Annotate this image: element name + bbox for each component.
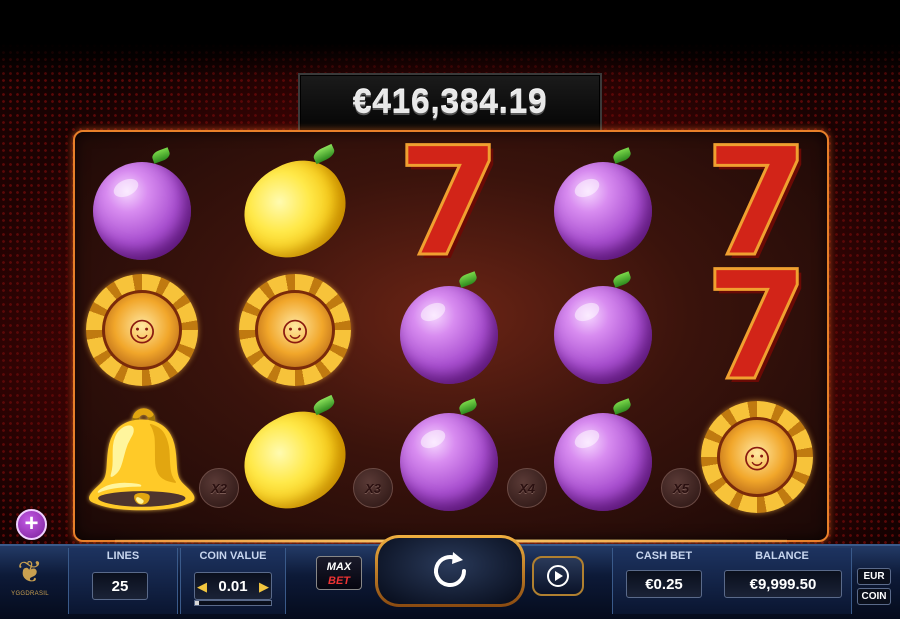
plum-body — [554, 286, 652, 384]
plum-body — [93, 162, 191, 260]
joker-symbol: ☺ — [233, 268, 357, 392]
lemon-body — [227, 395, 363, 525]
spin-button-frame — [375, 535, 525, 607]
autoplay-button[interactable] — [532, 556, 584, 596]
lemon-symbol — [227, 143, 363, 274]
plum-body — [400, 286, 498, 384]
coin-value-decrease-button[interactable]: ◀ — [195, 574, 209, 600]
coin-value-slider[interactable] — [194, 600, 272, 606]
plum-symbol — [541, 268, 665, 392]
cash-bet-label: CASH BET — [635, 550, 693, 562]
leaf-icon — [611, 147, 633, 164]
joker-face-icon: ☺ — [255, 290, 335, 370]
seven-symbol: 7 — [695, 251, 819, 404]
plum-symbol — [541, 395, 665, 519]
balance-label: BALANCE — [755, 550, 809, 562]
plum-body — [400, 413, 498, 511]
leaf-icon — [150, 147, 172, 164]
plum-body — [554, 413, 652, 511]
plus-icon[interactable]: + — [16, 509, 47, 540]
leaf-icon — [611, 398, 633, 415]
leaf-icon — [457, 398, 479, 415]
leaf-icon — [311, 143, 337, 165]
seven-symbol: 7 — [387, 127, 511, 280]
coin-value-slider-fill — [195, 601, 199, 605]
seven-glyph: 7 — [703, 240, 810, 414]
plum-symbol — [80, 144, 204, 268]
multiplier-x2: X2 — [199, 468, 239, 508]
lines-value: 25 — [92, 572, 148, 600]
max-bet-label-bet: BET — [328, 575, 350, 587]
plum-symbol — [387, 395, 511, 519]
spin-button[interactable] — [378, 538, 522, 604]
balance-value: €9,999.50 — [724, 570, 842, 598]
joker-symbol: ☺ — [695, 395, 819, 519]
brand-name: YGGDRASIL — [11, 591, 49, 597]
bell-symbol: 🔔 — [80, 395, 204, 519]
plum-symbol — [387, 268, 511, 392]
leaf-icon — [311, 394, 337, 416]
play-icon — [547, 565, 569, 587]
brand-logo: ❦ YGGDRASIL — [6, 555, 54, 613]
leaf-icon — [611, 271, 633, 288]
lines-label: LINES — [106, 550, 140, 562]
multiplier-x5: X5 — [661, 468, 701, 508]
multiplier-x3: X3 — [353, 468, 393, 508]
plum-symbol — [541, 144, 665, 268]
plum-body — [554, 162, 652, 260]
joker-symbol: ☺ — [80, 268, 204, 392]
multiplier-x4: X4 — [507, 468, 547, 508]
lemon-body — [227, 144, 363, 274]
eur-toggle[interactable]: EUR — [857, 568, 891, 585]
game-background: €416,384.19 ☺ 🔔 ☺ 7 7 7 ☺ X2 X3 X4 X5 + ❦ YGGD… — [0, 0, 900, 619]
spin-arrow-icon — [434, 552, 466, 588]
tree-icon: ❦ — [17, 556, 43, 589]
seven-glyph: 7 — [395, 116, 502, 290]
lemon-symbol — [227, 394, 363, 525]
bell-icon: 🔔 — [82, 403, 202, 515]
cash-bet-value: €0.25 — [626, 570, 702, 598]
joker-face-icon: ☺ — [717, 417, 797, 497]
coin-toggle[interactable]: COIN — [857, 588, 891, 605]
coin-value-increase-button[interactable]: ▶ — [257, 574, 271, 600]
joker-face-icon: ☺ — [102, 290, 182, 370]
leaf-icon — [457, 271, 479, 288]
max-bet-button[interactable]: MAX BET — [316, 556, 362, 590]
max-bet-label-max: MAX — [326, 561, 352, 573]
coin-value-label: COIN VALUE — [199, 550, 267, 562]
